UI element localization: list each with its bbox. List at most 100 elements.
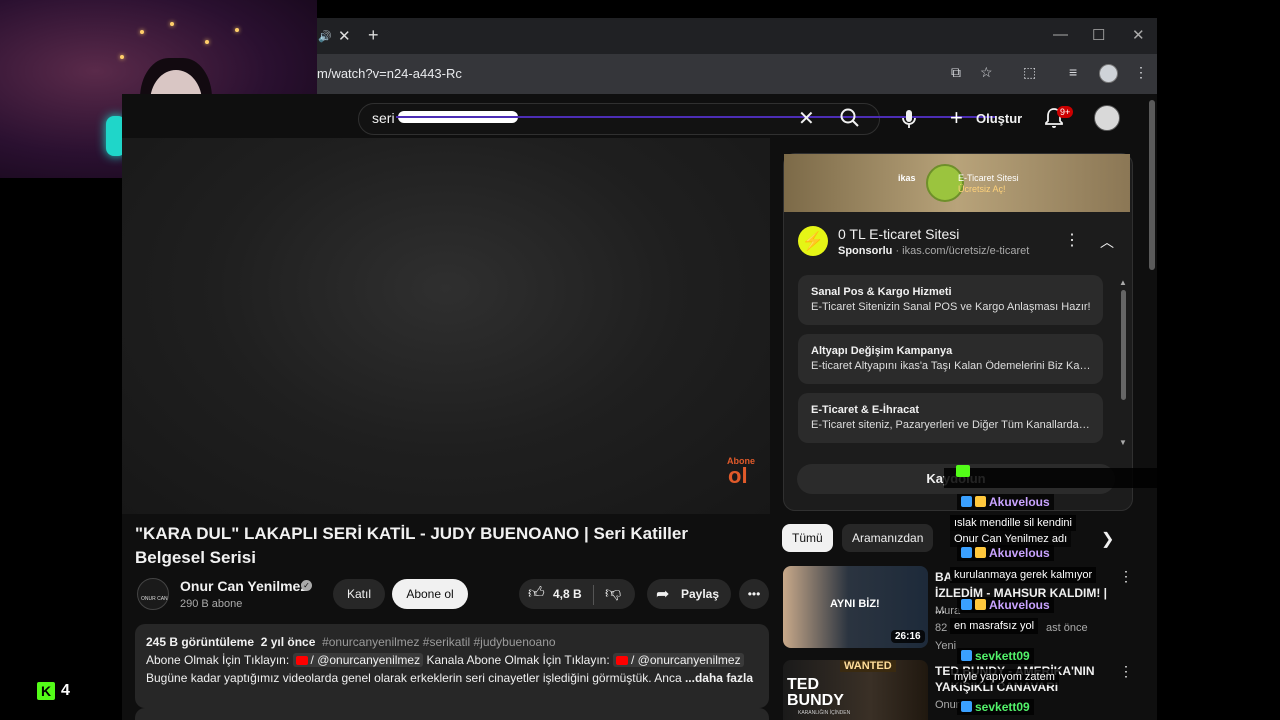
maximize-icon[interactable]: ☐ <box>1092 26 1105 44</box>
ad-sitelink[interactable] <box>798 275 1103 325</box>
clear-search-icon[interactable]: ✕ <box>798 106 815 131</box>
subscriber-count: 290 B abone <box>180 598 243 610</box>
fairy-light <box>120 55 124 59</box>
dislike-icon[interactable]: 👎︎ <box>605 584 621 603</box>
page-scrollbar[interactable] <box>1149 100 1155 270</box>
channel-name[interactable]: Onur Can Yenilmez <box>180 578 307 594</box>
tab-close-button[interactable]: ✕ <box>338 27 351 45</box>
user-avatar[interactable] <box>1094 105 1120 131</box>
fairy-light <box>205 40 209 44</box>
ad-banner-line2: Ücretsiz Aç! <box>958 184 1006 194</box>
ad-sitelink-desc: E-ticaret Altyapını ikas'a Taşı Kalan Öd… <box>811 360 1093 372</box>
browser-profile-icon[interactable] <box>1099 64 1118 83</box>
chat-username: sevkett09 <box>957 648 1034 664</box>
ad-banner-brand: ikas <box>898 173 916 183</box>
media-control-icon[interactable]: ≡ <box>1069 64 1077 80</box>
chat-message: myle yapıyom zatem <box>950 669 1059 685</box>
upload-age: 2 yıl önce <box>260 635 316 649</box>
like-icon[interactable]: 👍︎ <box>528 584 545 603</box>
chat-username: Akuvelous <box>957 545 1054 561</box>
chat-message: kurulanmaya gerek kalmıyor <box>950 567 1097 583</box>
rec-menu-icon[interactable]: ⋮ <box>1119 663 1133 680</box>
hashtags[interactable]: #onurcanyenilmez #serikatil #judybuenoan… <box>322 635 555 649</box>
chip-from-search[interactable]: Aramanızdan <box>842 524 934 552</box>
microphone-icon[interactable] <box>894 104 924 134</box>
description-text: Bugüne kadar yaptığımız videolarda genel… <box>146 671 682 685</box>
share-icon: ➦ <box>656 586 670 603</box>
browser-menu-icon[interactable]: ⋮ <box>1134 64 1148 81</box>
channel-link-2[interactable]: / @onurcanyenilmez <box>613 653 744 667</box>
youtube-logo-icon <box>616 656 629 666</box>
ad-sitelink-desc: E-Ticaret Sitenizin Sanal POS ve Kargo A… <box>811 301 1091 313</box>
ad-sitelink[interactable] <box>798 393 1103 443</box>
address-bar[interactable]: m/watch?v=n24-a443-Rc <box>317 66 462 81</box>
plus-icon: + <box>950 105 963 130</box>
thumbnail-banner: WANTED <box>840 660 896 672</box>
video-title: "KARA DUL" LAKAPLI SERİ KATİL - JUDY BUE… <box>135 524 688 567</box>
description-line-2: Abone Olmak İçin Tıklayın: / @onurcanyen… <box>146 653 744 667</box>
sponsored-label: Sponsorlu <box>838 245 893 257</box>
rec-menu-icon[interactable]: ⋮ <box>1119 568 1133 585</box>
chat-username: Akuvelous <box>957 597 1054 613</box>
create-label: Oluştur <box>976 111 1023 126</box>
rec-new-badge: Yeni <box>935 640 957 652</box>
channel-subscribe-prompt: Kanala Abone Olmak İçin Tıklayın: <box>426 653 610 667</box>
show-more-link[interactable]: ...daha fazla <box>685 671 753 685</box>
rec-views: 82 <box>935 622 948 634</box>
share-label: Paylaş <box>681 587 720 601</box>
chevron-right-icon[interactable]: ❯ <box>1101 529 1114 549</box>
chat-message: ıslak mendille sil kendini <box>950 515 1076 531</box>
ad-banner-line1: E-Ticaret Sitesi <box>958 173 1019 183</box>
ad-menu-icon[interactable]: ⋮ <box>1064 230 1080 250</box>
verified-check-icon: ✓ <box>301 580 312 591</box>
ad-sitelink[interactable] <box>798 334 1103 384</box>
search-input[interactable]: seri <box>372 110 395 126</box>
like-divider <box>593 585 594 605</box>
bookmark-star-icon[interactable]: ☆ <box>980 64 993 81</box>
scroll-down-arrow-icon[interactable]: ▼ <box>1119 438 1127 447</box>
channel-link[interactable]: / @onurcanyenilmez <box>292 653 424 667</box>
rec-age: ast önce <box>1046 622 1088 634</box>
verified-badge-icon <box>961 701 972 712</box>
cast-icon[interactable]: ⧉ <box>951 64 961 81</box>
like-count[interactable]: 4,8 B <box>553 587 582 601</box>
thumbnail-caption: TED BUNDY <box>787 676 844 709</box>
ad-sitelink-heading: E-Ticaret & E-İhracat <box>811 404 920 416</box>
chat-username: sevkett09 <box>957 699 1034 715</box>
scroll-up-arrow-icon[interactable]: ▲ <box>1119 278 1127 287</box>
search-icon[interactable] <box>838 106 862 130</box>
extensions-icon[interactable]: ⬚ <box>1023 64 1036 81</box>
verified-badge-icon <box>961 599 972 610</box>
video-duration: 26:16 <box>891 630 925 643</box>
ad-sitelink-heading: Altyapı Değişim Kampanya <box>811 345 953 357</box>
ad-list-scrollbar[interactable] <box>1121 290 1126 400</box>
new-tab-button[interactable]: + <box>368 25 379 46</box>
video-player[interactable] <box>122 138 770 514</box>
chevron-up-icon[interactable]: ︿ <box>1100 232 1114 252</box>
minimize-icon[interactable]: — <box>1053 26 1068 43</box>
ad-title[interactable]: 0 TL E-ticaret Sitesi <box>838 226 959 242</box>
kick-logo-icon: K <box>37 682 55 700</box>
crown-badge-icon <box>975 547 986 558</box>
chat-message: en masrafsız yol <box>950 618 1039 634</box>
ad-mascot <box>926 164 964 202</box>
browser-tab-bar <box>317 18 1157 54</box>
lightning-icon: ⚡ <box>798 226 828 256</box>
rec-channel[interactable]: Onur <box>935 699 959 711</box>
subscribe-button[interactable]: Abone ol <box>392 579 468 609</box>
window-close-icon[interactable]: ✕ <box>1132 26 1145 44</box>
tab-audio-icon: 🔊 <box>318 31 332 43</box>
ad-sitelink-heading: Sanal Pos & Kargo Hizmeti <box>811 286 952 298</box>
comments-section-edge <box>135 708 769 720</box>
subscribe-prompt: Abone Olmak İçin Tıklayın: <box>146 653 290 667</box>
channel-avatar[interactable] <box>137 578 169 610</box>
thumbnail-caption: AYNI BİZ! <box>830 598 880 610</box>
more-actions-button[interactable]: ••• <box>739 579 769 609</box>
subscribe-watermark[interactable]: ol <box>728 463 748 489</box>
join-button[interactable]: Katıl <box>333 579 385 609</box>
youtube-logo-icon <box>295 656 308 666</box>
chip-all[interactable]: Tümü <box>782 524 833 552</box>
fairy-light <box>170 22 174 26</box>
chat-username: Akuvelous <box>957 494 1054 510</box>
verified-badge-icon <box>961 650 972 661</box>
